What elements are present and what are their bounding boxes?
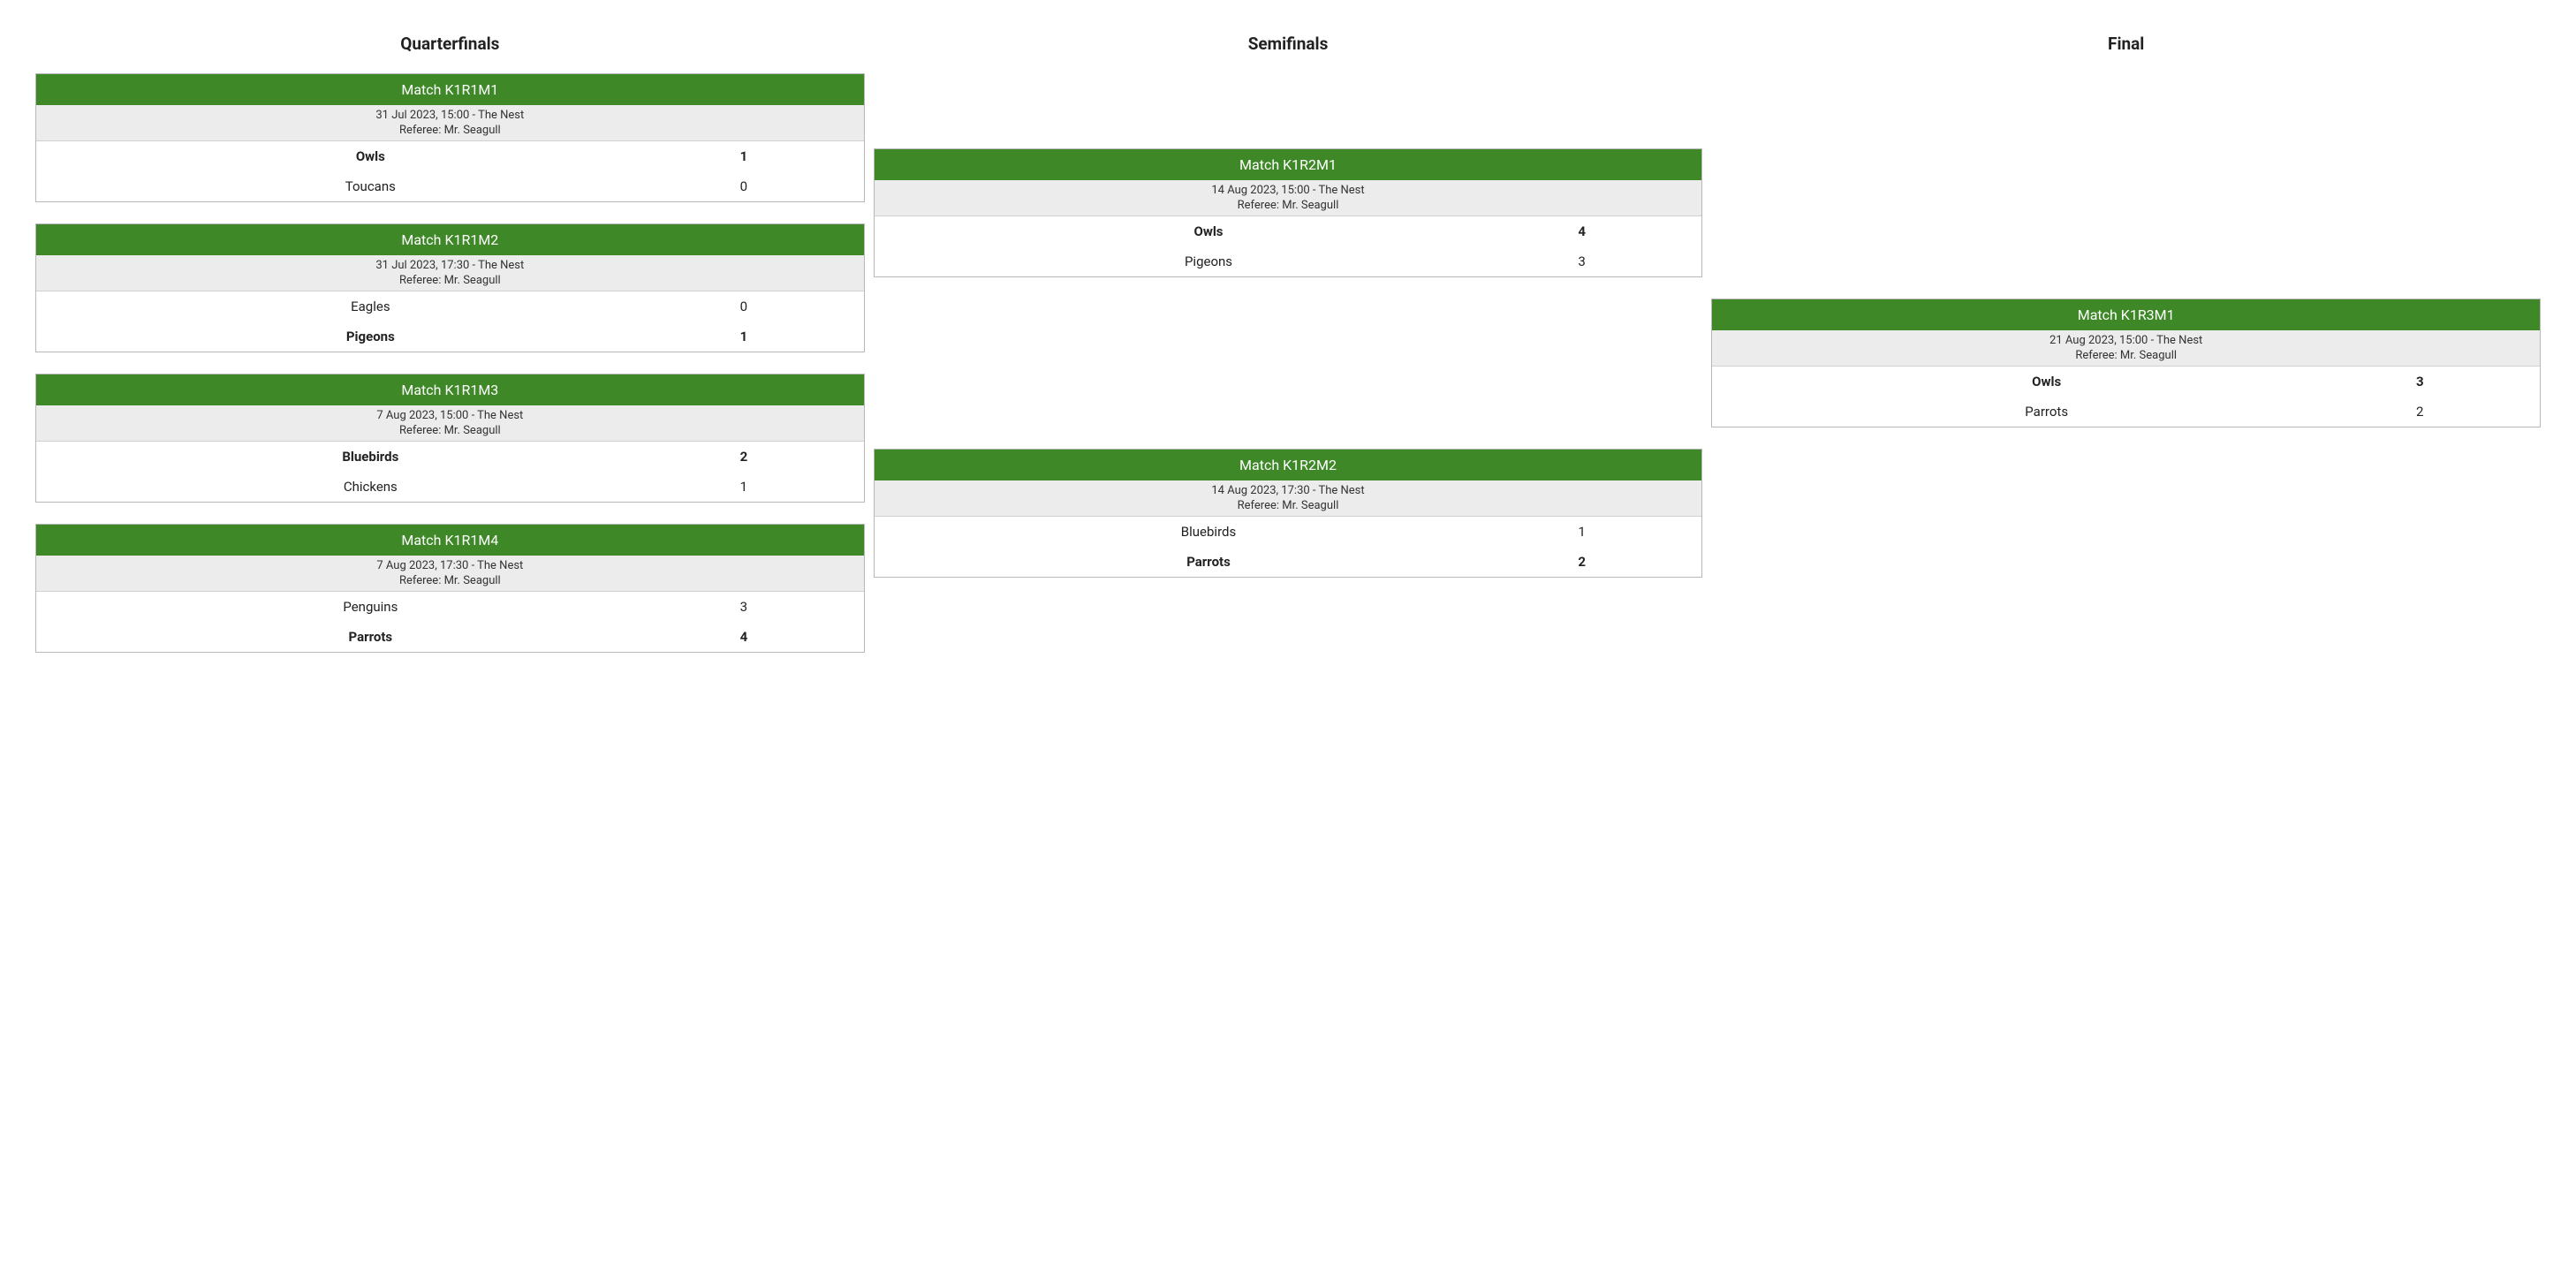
match-datetime-venue: 7 Aug 2023, 15:00 - The Nest bbox=[36, 408, 864, 423]
team-score: 3 bbox=[705, 599, 864, 615]
match-header: Match K1R1M2 bbox=[36, 224, 864, 255]
column-quarterfinals: Quarterfinals Match K1R1M1 31 Jul 2023, … bbox=[35, 18, 865, 653]
team-score: 4 bbox=[1542, 223, 1701, 239]
team-score: 0 bbox=[705, 299, 864, 314]
column-title: Semifinals bbox=[874, 18, 1703, 73]
team-name: Bluebirds bbox=[875, 524, 1543, 540]
match-datetime-venue: 31 Jul 2023, 15:00 - The Nest bbox=[36, 108, 864, 123]
team-name: Penguins bbox=[36, 599, 705, 615]
team-row: Parrots 2 bbox=[875, 547, 1702, 577]
column-title: Quarterfinals bbox=[35, 18, 865, 73]
match-datetime-venue: 31 Jul 2023, 17:30 - The Nest bbox=[36, 258, 864, 273]
match-card: Match K1R1M3 7 Aug 2023, 15:00 - The Nes… bbox=[35, 374, 865, 503]
team-name: Owls bbox=[36, 148, 705, 164]
match-header: Match K1R1M3 bbox=[36, 374, 864, 405]
team-row: Bluebirds 2 bbox=[36, 442, 864, 472]
team-row: Pigeons 1 bbox=[36, 322, 864, 352]
match-datetime-venue: 14 Aug 2023, 15:00 - The Nest bbox=[875, 183, 1702, 198]
team-row: Eagles 0 bbox=[36, 291, 864, 322]
team-row: Pigeons 3 bbox=[875, 246, 1702, 276]
team-name: Pigeons bbox=[875, 253, 1543, 269]
match-card: Match K1R1M4 7 Aug 2023, 17:30 - The Nes… bbox=[35, 524, 865, 653]
team-row: Bluebirds 1 bbox=[875, 517, 1702, 547]
team-name: Pigeons bbox=[36, 329, 705, 344]
match-referee: Referee: Mr. Seagull bbox=[875, 198, 1702, 213]
match-meta: 31 Jul 2023, 15:00 - The Nest Referee: M… bbox=[36, 105, 864, 141]
match-datetime-venue: 21 Aug 2023, 15:00 - The Nest bbox=[1712, 333, 2540, 348]
match-referee: Referee: Mr. Seagull bbox=[36, 273, 864, 288]
team-score: 2 bbox=[2381, 404, 2540, 420]
team-score: 3 bbox=[1542, 253, 1701, 269]
team-name: Parrots bbox=[36, 629, 705, 645]
team-row: Owls 4 bbox=[875, 216, 1702, 246]
team-score: 1 bbox=[705, 329, 864, 344]
team-score: 4 bbox=[705, 629, 864, 645]
match-card: Match K1R3M1 21 Aug 2023, 15:00 - The Ne… bbox=[1711, 299, 2541, 427]
match-referee: Referee: Mr. Seagull bbox=[875, 498, 1702, 513]
match-meta: 7 Aug 2023, 15:00 - The Nest Referee: Mr… bbox=[36, 405, 864, 442]
team-row: Chickens 1 bbox=[36, 472, 864, 502]
team-name: Parrots bbox=[1712, 404, 2381, 420]
match-referee: Referee: Mr. Seagull bbox=[36, 573, 864, 588]
matches-list: Match K1R3M1 21 Aug 2023, 15:00 - The Ne… bbox=[1711, 73, 2541, 653]
match-header: Match K1R3M1 bbox=[1712, 299, 2540, 330]
match-header: Match K1R1M1 bbox=[36, 74, 864, 105]
team-score: 0 bbox=[705, 178, 864, 194]
match-header: Match K1R2M2 bbox=[875, 450, 1702, 480]
match-header: Match K1R1M4 bbox=[36, 525, 864, 556]
team-name: Chickens bbox=[36, 479, 705, 495]
bracket: Quarterfinals Match K1R1M1 31 Jul 2023, … bbox=[35, 18, 2541, 653]
team-score: 1 bbox=[705, 479, 864, 495]
match-datetime-venue: 14 Aug 2023, 17:30 - The Nest bbox=[875, 483, 1702, 498]
team-name: Bluebirds bbox=[36, 449, 705, 465]
match-datetime-venue: 7 Aug 2023, 17:30 - The Nest bbox=[36, 558, 864, 573]
column-semifinals: Semifinals Match K1R2M1 14 Aug 2023, 15:… bbox=[874, 18, 1703, 653]
column-final: Final Match K1R3M1 21 Aug 2023, 15:00 - … bbox=[1711, 18, 2541, 653]
team-row: Toucans 0 bbox=[36, 171, 864, 201]
matches-list: Match K1R2M1 14 Aug 2023, 15:00 - The Ne… bbox=[874, 73, 1703, 653]
match-card: Match K1R2M2 14 Aug 2023, 17:30 - The Ne… bbox=[874, 449, 1703, 578]
match-meta: 14 Aug 2023, 15:00 - The Nest Referee: M… bbox=[875, 180, 1702, 216]
team-score: 3 bbox=[2381, 374, 2540, 390]
team-name: Owls bbox=[1712, 374, 2381, 390]
team-row: Owls 1 bbox=[36, 141, 864, 171]
team-name: Toucans bbox=[36, 178, 705, 194]
team-name: Eagles bbox=[36, 299, 705, 314]
team-row: Penguins 3 bbox=[36, 592, 864, 622]
team-score: 2 bbox=[1542, 554, 1701, 570]
match-referee: Referee: Mr. Seagull bbox=[36, 123, 864, 138]
match-meta: 21 Aug 2023, 15:00 - The Nest Referee: M… bbox=[1712, 330, 2540, 367]
team-row: Parrots 4 bbox=[36, 622, 864, 652]
match-card: Match K1R2M1 14 Aug 2023, 15:00 - The Ne… bbox=[874, 148, 1703, 277]
match-meta: 7 Aug 2023, 17:30 - The Nest Referee: Mr… bbox=[36, 556, 864, 592]
matches-list: Match K1R1M1 31 Jul 2023, 15:00 - The Ne… bbox=[35, 73, 865, 653]
team-score: 1 bbox=[1542, 524, 1701, 540]
match-meta: 14 Aug 2023, 17:30 - The Nest Referee: M… bbox=[875, 480, 1702, 517]
team-row: Owls 3 bbox=[1712, 367, 2540, 397]
team-score: 1 bbox=[705, 148, 864, 164]
match-card: Match K1R1M2 31 Jul 2023, 17:30 - The Ne… bbox=[35, 223, 865, 352]
match-header: Match K1R2M1 bbox=[875, 149, 1702, 180]
column-title: Final bbox=[1711, 18, 2541, 73]
match-referee: Referee: Mr. Seagull bbox=[36, 423, 864, 438]
team-name: Owls bbox=[875, 223, 1543, 239]
team-row: Parrots 2 bbox=[1712, 397, 2540, 427]
match-referee: Referee: Mr. Seagull bbox=[1712, 348, 2540, 363]
team-name: Parrots bbox=[875, 554, 1543, 570]
team-score: 2 bbox=[705, 449, 864, 465]
match-card: Match K1R1M1 31 Jul 2023, 15:00 - The Ne… bbox=[35, 73, 865, 202]
match-meta: 31 Jul 2023, 17:30 - The Nest Referee: M… bbox=[36, 255, 864, 291]
